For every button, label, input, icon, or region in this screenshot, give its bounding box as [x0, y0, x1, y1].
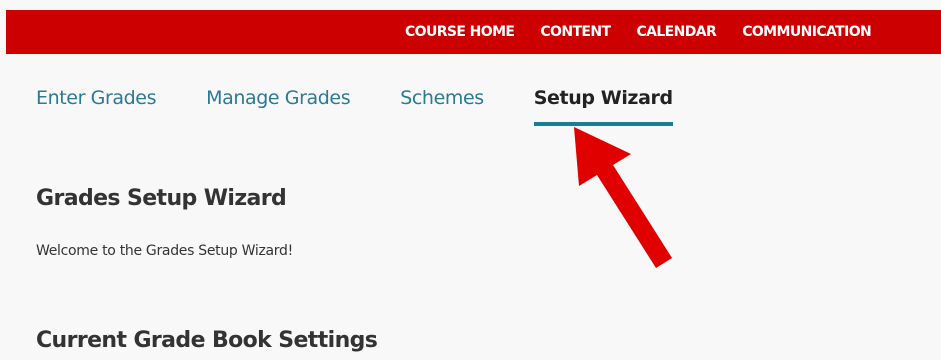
page: COURSE HOME CONTENT CALENDAR COMMUNICATI… [0, 0, 941, 360]
tab-enter-grades[interactable]: Enter Grades [36, 84, 156, 128]
page-title: Grades Setup Wizard [36, 186, 287, 211]
section-title: Current Grade Book Settings [36, 328, 378, 353]
nav-communication[interactable]: COMMUNICATION [742, 24, 872, 40]
tab-manage-grades[interactable]: Manage Grades [206, 84, 351, 128]
annotation-arrow-icon [574, 127, 672, 268]
course-navbar: COURSE HOME CONTENT CALENDAR COMMUNICATI… [6, 10, 941, 54]
grades-tab-bar: Enter Grades Manage Grades Schemes Setup… [36, 84, 723, 128]
welcome-text: Welcome to the Grades Setup Wizard! [36, 243, 293, 259]
tab-setup-wizard[interactable]: Setup Wizard [533, 84, 673, 128]
course-nav-menu: COURSE HOME CONTENT CALENDAR COMMUNICATI… [405, 10, 897, 54]
tab-schemes[interactable]: Schemes [400, 84, 484, 128]
nav-calendar[interactable]: CALENDAR [636, 24, 716, 40]
nav-content[interactable]: CONTENT [540, 24, 611, 40]
nav-course-home[interactable]: COURSE HOME [405, 24, 515, 40]
